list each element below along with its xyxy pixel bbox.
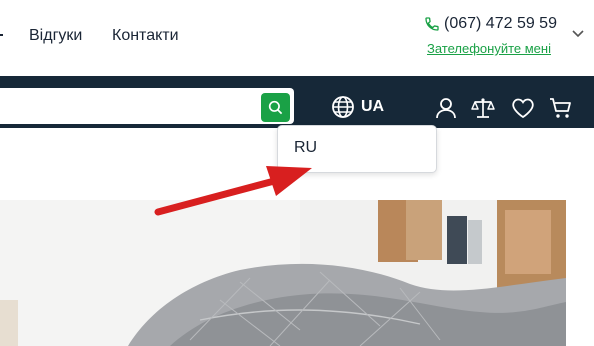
cart-icon[interactable]	[549, 96, 573, 120]
language-option-ru[interactable]: RU	[294, 139, 317, 157]
phone-number[interactable]: (067) 472 59 59	[444, 15, 557, 33]
chevron-down-icon[interactable]	[571, 29, 585, 39]
heart-icon[interactable]	[511, 96, 535, 120]
scales-icon[interactable]	[471, 96, 495, 120]
search-input[interactable]	[0, 88, 254, 126]
top-bar: Відгуки Контакти (067) 472 59 59 Зателеф…	[0, 0, 594, 76]
search-icon	[268, 100, 283, 115]
bedroom-illustration	[0, 200, 566, 346]
search-button[interactable]	[261, 93, 290, 122]
user-icon[interactable]	[434, 96, 458, 120]
phone-icon	[425, 17, 439, 31]
nav-link-contacts[interactable]: Контакти	[112, 27, 179, 45]
nav-link-reviews[interactable]: Відгуки	[29, 27, 82, 45]
globe-icon	[332, 96, 354, 118]
main-navbar: UA	[0, 76, 594, 128]
current-language: UA	[361, 98, 385, 115]
language-dropdown: RU	[277, 125, 437, 173]
search-box	[0, 88, 294, 126]
callback-link[interactable]: Зателефонуйте мені	[427, 41, 551, 56]
nav-separator	[0, 34, 3, 36]
hero-banner-image	[0, 200, 566, 346]
